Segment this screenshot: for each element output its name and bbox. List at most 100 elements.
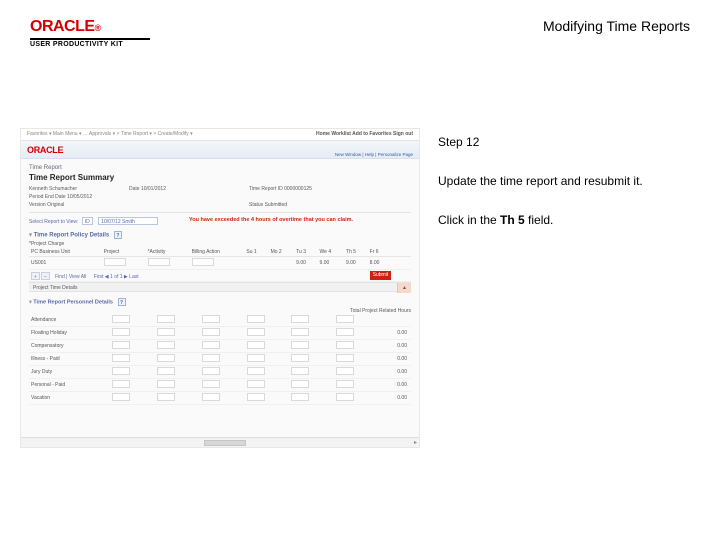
personnel-cell[interactable] xyxy=(112,354,130,362)
personnel-cell[interactable] xyxy=(157,354,175,362)
oracle-wordmark: ORACLE® xyxy=(30,18,150,36)
project-time-details-band: Project Time Details ▲ xyxy=(29,282,411,292)
personnel-help-icon[interactable]: ? xyxy=(118,298,126,306)
col-project: Project xyxy=(102,248,146,257)
activity-select[interactable] xyxy=(148,258,170,266)
list-item: Jury Duty0.00 xyxy=(29,366,411,379)
personnel-cell[interactable] xyxy=(336,380,354,388)
cell-th5[interactable]: 9.00 xyxy=(344,257,368,270)
personnel-cell[interactable] xyxy=(247,380,265,388)
step-action-suffix: field. xyxy=(525,213,554,227)
col-bu: PC Business Unit xyxy=(29,248,102,257)
personnel-cell[interactable] xyxy=(157,367,175,375)
cell-su1[interactable] xyxy=(244,257,268,270)
policy-details-section: ▾ Time Report Policy Details ? *Project … xyxy=(29,231,411,292)
personnel-cell[interactable] xyxy=(112,341,130,349)
personnel-details-heading-text: Time Report Personnel Details xyxy=(33,299,113,305)
personnel-cell[interactable] xyxy=(247,328,265,336)
product-line: USER PRODUCTIVITY KIT xyxy=(30,41,150,48)
personnel-cell[interactable] xyxy=(336,328,354,336)
heading-small: Time Report xyxy=(29,165,411,171)
personnel-cell[interactable] xyxy=(157,328,175,336)
horizontal-scrollbar[interactable]: ▸ xyxy=(21,437,419,447)
personnel-cell[interactable] xyxy=(112,315,130,323)
top-links: Home Worklist Add to Favorites Sign out xyxy=(316,131,413,137)
details-nav-row: + − Find | View All First ◀ 1 of 1 ▶ Las… xyxy=(29,270,411,282)
personnel-cell[interactable] xyxy=(291,315,309,323)
add-row-button[interactable]: + xyxy=(31,272,40,280)
col-fr6: Fr 6 xyxy=(368,248,411,257)
step-label: Step 12 xyxy=(438,134,690,151)
personnel-cell[interactable] xyxy=(112,380,130,388)
personnel-cell[interactable] xyxy=(291,367,309,375)
select-report-id-field[interactable]: ID xyxy=(82,217,93,225)
col-billing: Billing Action xyxy=(190,248,245,257)
meta-grid: Kenneth Schumacher Date 10/01/2012 Time … xyxy=(29,186,411,208)
project-select[interactable] xyxy=(104,258,126,266)
screenshot-brandbar: ORACLE New Window | Help | Personalize P… xyxy=(21,141,419,159)
cell-fr6[interactable]: 8.00 xyxy=(368,257,411,270)
submit-button[interactable]: Submit xyxy=(370,271,392,280)
personnel-cell[interactable] xyxy=(291,393,309,401)
list-item: Floating Holiday0.00 xyxy=(29,327,411,340)
scrollbar-right-arrow-icon[interactable]: ▸ xyxy=(414,439,417,446)
personnel-cell[interactable] xyxy=(202,341,220,349)
select-report-desc-field[interactable]: 10/07/12 Smith xyxy=(98,217,158,225)
personnel-cell[interactable] xyxy=(336,393,354,401)
cell-we4[interactable]: 9.00 xyxy=(318,257,344,270)
find-viewall[interactable]: Find | View All xyxy=(55,274,86,280)
heading-main: Time Report Summary xyxy=(29,173,411,182)
personnel-cell[interactable] xyxy=(157,380,175,388)
screenshot-topbar: Favorites ▾ Main Menu ▾ … Approvals ▾ > … xyxy=(21,129,419,141)
mini-oracle-wordmark: ORACLE xyxy=(27,145,63,155)
personnel-details-heading: ▾ Time Report Personnel Details ? xyxy=(29,298,411,306)
personnel-cell[interactable] xyxy=(112,328,130,336)
project-time-details-label: Project Time Details xyxy=(33,285,77,291)
select-report-row: Select Report to View: ID 10/07/12 Smith… xyxy=(29,217,411,225)
col-activity: *Activity xyxy=(146,248,190,257)
logo-divider xyxy=(30,38,150,40)
page: ORACLE® USER PRODUCTIVITY KIT Modifying … xyxy=(0,0,720,540)
personnel-cell[interactable] xyxy=(202,393,220,401)
personnel-cell[interactable] xyxy=(336,354,354,362)
personnel-cell[interactable] xyxy=(336,315,354,323)
list-item: Personal - Paid0.00 xyxy=(29,379,411,392)
personnel-cell[interactable] xyxy=(291,341,309,349)
personnel-cell[interactable] xyxy=(247,341,265,349)
billing-select[interactable] xyxy=(192,258,214,266)
scrollbar-thumb[interactable] xyxy=(204,440,246,446)
personnel-cell[interactable] xyxy=(112,393,130,401)
personnel-cell[interactable] xyxy=(157,315,175,323)
cell-mo2[interactable] xyxy=(269,257,295,270)
body: Favorites ▾ Main Menu ▾ … Approvals ▾ > … xyxy=(20,128,700,480)
personnel-cell[interactable] xyxy=(157,393,175,401)
personnel-cell[interactable] xyxy=(291,354,309,362)
personnel-cell[interactable] xyxy=(247,367,265,375)
cell-tu3[interactable]: 9.00 xyxy=(294,257,317,270)
personnel-cell[interactable] xyxy=(157,341,175,349)
details-grid: PC Business Unit Project *Activity Billi… xyxy=(29,248,411,282)
divider xyxy=(29,212,411,213)
personnel-cell[interactable] xyxy=(112,367,130,375)
personnel-cell[interactable] xyxy=(291,328,309,336)
first-last-pager[interactable]: First ◀ 1 of 1 ▶ Last xyxy=(94,274,139,280)
section-help-icon[interactable]: ? xyxy=(114,231,122,239)
personnel-cell[interactable] xyxy=(202,354,220,362)
personnel-cell[interactable] xyxy=(247,354,265,362)
overtime-warning: You have exceeded the 4 hours of overtim… xyxy=(189,217,353,223)
personnel-cell[interactable] xyxy=(247,393,265,401)
personnel-cell[interactable] xyxy=(336,367,354,375)
col-th5: Th 5 xyxy=(344,248,368,257)
personnel-cell[interactable] xyxy=(202,367,220,375)
band-up-arrow-icon[interactable]: ▲ xyxy=(397,283,411,293)
personnel-cell[interactable] xyxy=(247,315,265,323)
meta-period: Period End Date 10/05/2012 xyxy=(29,194,129,200)
screenshot-content: Time Report Time Report Summary Kenneth … xyxy=(21,159,419,411)
personnel-cell[interactable] xyxy=(291,380,309,388)
personnel-cell[interactable] xyxy=(202,315,220,323)
personnel-cell[interactable] xyxy=(202,380,220,388)
remove-row-button[interactable]: − xyxy=(41,272,50,280)
policy-details-heading-text: Time Report Policy Details xyxy=(34,233,110,239)
personnel-cell[interactable] xyxy=(202,328,220,336)
personnel-cell[interactable] xyxy=(336,341,354,349)
